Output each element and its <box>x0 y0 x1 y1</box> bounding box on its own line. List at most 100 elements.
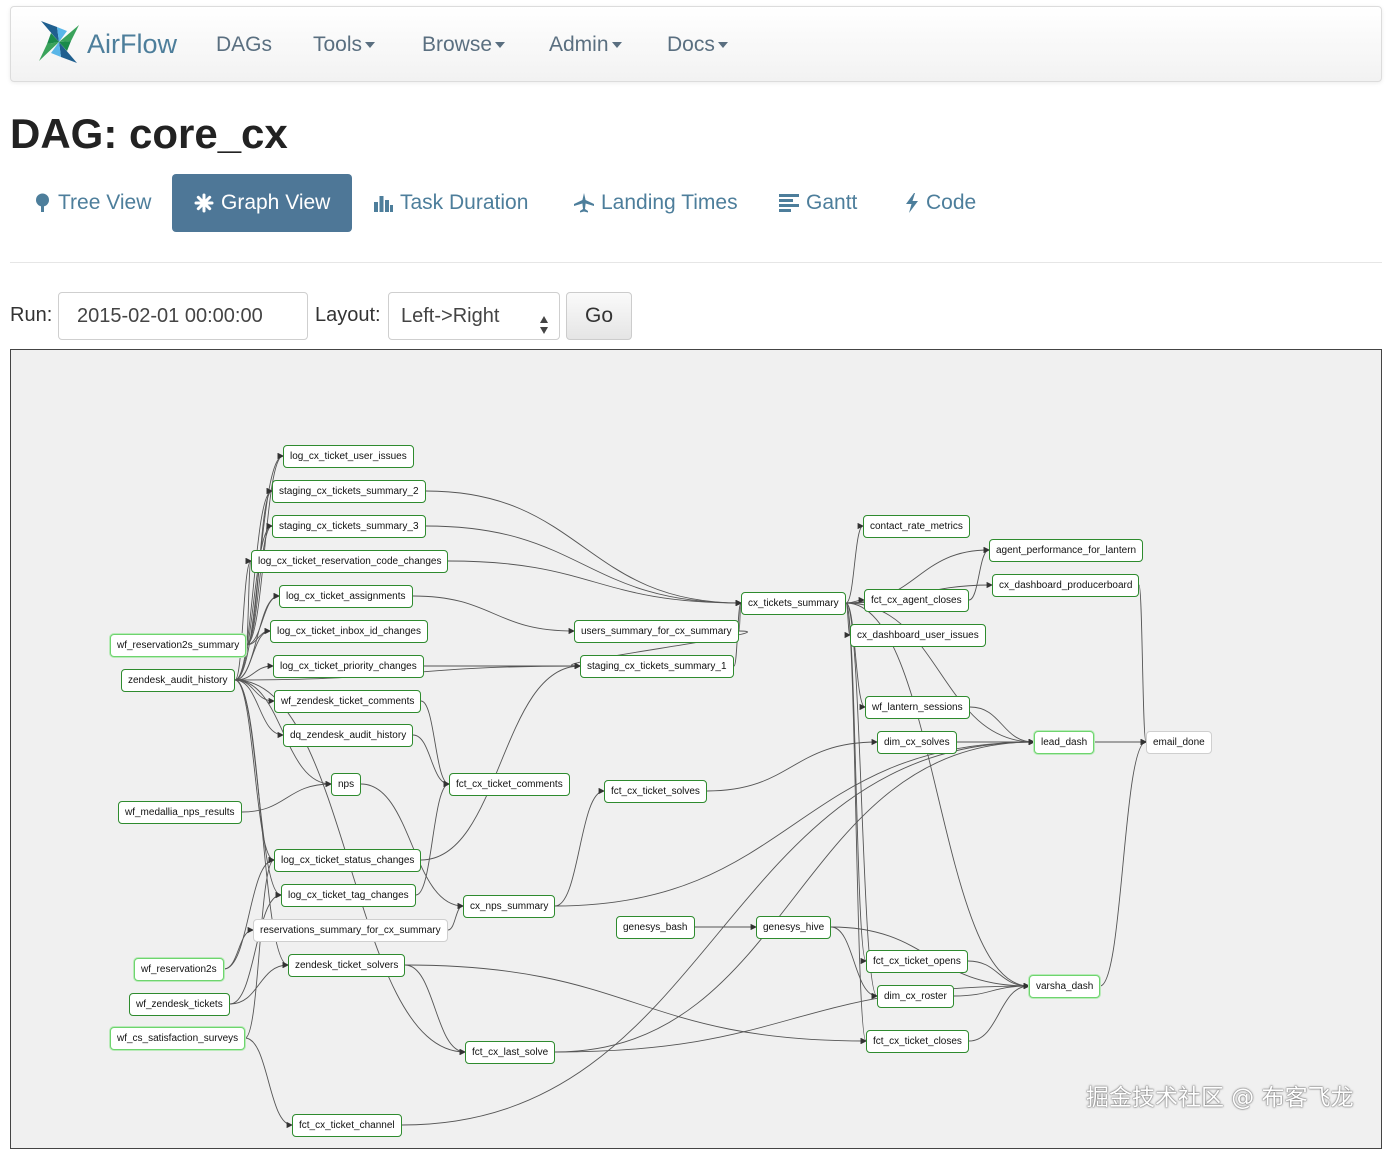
dag-edge <box>447 902 464 931</box>
task-node[interactable]: zendesk_ticket_solvers <box>288 953 406 977</box>
task-node[interactable]: staging_cx_tickets_summary_3 <box>272 514 426 538</box>
task-node[interactable]: genesys_bash <box>616 915 695 939</box>
tab-landing-times-label: Landing Times <box>601 191 738 214</box>
task-node[interactable]: log_cx_ticket_assignments <box>279 584 413 608</box>
task-node[interactable]: fct_cx_last_solve <box>465 1040 556 1064</box>
task-node[interactable]: lead_dash <box>1034 730 1095 754</box>
tab-tree-view[interactable]: Tree View <box>34 174 151 232</box>
task-node[interactable]: log_cx_ticket_tag_changes <box>281 883 416 907</box>
brand-link[interactable]: AirFlow <box>35 19 177 69</box>
dag-edge <box>706 738 878 792</box>
task-node[interactable]: fct_cx_ticket_closes <box>866 1029 969 1053</box>
nav-docs-dropdown[interactable]: Docs <box>667 33 728 57</box>
nav-browse-label: Browse <box>422 33 493 56</box>
task-node[interactable]: log_cx_ticket_inbox_id_changes <box>270 619 428 643</box>
dag-edge <box>404 964 867 1045</box>
task-node[interactable]: fct_cx_ticket_channel <box>292 1113 402 1137</box>
layout-label: Layout: <box>315 304 381 326</box>
tree-icon <box>34 193 51 213</box>
task-node[interactable]: staging_cx_tickets_summary_2 <box>272 479 426 503</box>
select-updown-icon <box>539 306 549 352</box>
tab-graph-view[interactable]: Graph View <box>172 174 353 232</box>
task-node[interactable]: log_cx_ticket_user_issues <box>283 444 414 468</box>
task-node[interactable]: wf_zendesk_ticket_comments <box>274 689 422 713</box>
task-node[interactable]: email_done <box>1146 730 1212 754</box>
dag-edge <box>234 679 275 864</box>
watermark-text: 掘金技术社区 @ 布客飞龙 <box>1086 1085 1354 1111</box>
caret-down-icon <box>611 42 622 49</box>
dag-edge <box>412 595 575 635</box>
brand-name: AirFlow <box>87 28 178 59</box>
task-node[interactable]: cx_dashboard_user_issues <box>850 623 986 647</box>
tab-gantt[interactable]: Gantt <box>779 174 857 232</box>
dag-graph-panel[interactable]: log_cx_ticket_user_issues staging_cx_tick… <box>10 349 1382 1149</box>
run-datetime-input[interactable]: 2015-02-01 00:00:00 <box>58 292 308 340</box>
dag-edge <box>415 780 450 896</box>
dag-edge <box>845 602 1030 990</box>
task-node[interactable]: genesys_hive <box>756 915 832 939</box>
tab-task-duration[interactable]: Task Duration <box>374 174 528 232</box>
nav-browse-dropdown[interactable]: Browse <box>422 33 506 57</box>
nav-dags[interactable]: DAGs <box>216 33 272 57</box>
task-node[interactable]: varsha_dash <box>1029 974 1101 998</box>
task-node[interactable]: log_cx_ticket_priority_changes <box>273 654 424 678</box>
task-node[interactable]: nps <box>331 772 362 796</box>
tab-landing-times[interactable]: Landing Times <box>574 174 738 232</box>
task-node[interactable]: cx_tickets_summary <box>741 591 846 615</box>
task-node[interactable]: wf_reservation2s_summary <box>110 633 247 657</box>
dag-edge <box>425 525 742 607</box>
dag-edge <box>969 706 1035 746</box>
task-node[interactable]: dim_cx_roster <box>877 984 954 1008</box>
task-node[interactable]: wf_lantern_sessions <box>865 695 970 719</box>
tab-tree-view-label: Tree View <box>58 191 152 214</box>
task-node[interactable]: wf_reservation2s <box>134 957 224 981</box>
dag-edge <box>968 546 990 601</box>
dag-edge <box>1099 738 1147 987</box>
dag-edge <box>244 1037 293 1129</box>
nav-admin-dropdown[interactable]: Admin <box>549 33 622 57</box>
task-node[interactable]: agent_performance_for_lantern <box>989 538 1144 562</box>
dag-edge <box>845 602 867 1044</box>
nav-admin-label: Admin <box>549 33 609 56</box>
dag-edge <box>845 522 864 604</box>
dag-edge <box>420 700 450 788</box>
task-node[interactable]: dq_zendesk_audit_history <box>283 723 414 747</box>
task-node[interactable]: contact_rate_metrics <box>863 514 970 538</box>
task-node[interactable]: zendesk_audit_history <box>121 668 235 692</box>
task-node[interactable]: wf_cs_satisfaction_surveys <box>110 1026 246 1050</box>
tab-code[interactable]: Code <box>905 174 976 232</box>
go-button[interactable]: Go <box>566 292 632 340</box>
align-left-icon <box>779 194 799 212</box>
task-node[interactable]: fct_cx_agent_closes <box>864 588 969 612</box>
task-node[interactable]: wf_zendesk_tickets <box>129 992 230 1016</box>
dag-edge <box>447 560 742 607</box>
task-node[interactable]: fct_cx_ticket_solves <box>604 779 707 803</box>
caret-down-icon <box>717 42 728 49</box>
dag-edge <box>244 856 275 1039</box>
bar-chart-icon <box>374 194 393 212</box>
task-node[interactable]: log_cx_ticket_reservation_code_changes <box>251 549 449 573</box>
task-node[interactable]: wf_medallia_nps_results <box>118 800 242 824</box>
task-node[interactable]: dim_cx_solves <box>877 730 957 754</box>
caret-down-icon <box>495 42 506 49</box>
dag-edge <box>420 662 581 861</box>
task-node[interactable]: users_summary_for_cx_summary <box>574 619 739 643</box>
task-node[interactable]: fct_cx_ticket_opens <box>866 949 968 973</box>
page-title: DAG: core_cx <box>10 110 288 157</box>
task-node[interactable]: cx_dashboard_producerboard <box>992 573 1140 597</box>
task-node[interactable]: cx_nps_summary <box>463 894 556 918</box>
nav-dags-label: DAGs <box>216 33 273 56</box>
tab-task-duration-label: Task Duration <box>400 191 529 214</box>
flash-icon <box>905 193 919 213</box>
nav-tools-dropdown[interactable]: Tools <box>313 33 376 57</box>
navbar: AirFlow DAGs Tools Browse Admin Docs <box>10 6 1382 82</box>
dag-edge <box>967 960 1030 990</box>
nav-tools-label: Tools <box>313 33 363 56</box>
task-node[interactable]: log_cx_ticket_status_changes <box>274 848 422 872</box>
layout-select[interactable]: Left->Right <box>388 292 560 340</box>
dag-edge <box>425 490 742 607</box>
caret-down-icon <box>365 42 376 49</box>
task-node[interactable]: staging_cx_tickets_summary_1 <box>580 654 734 678</box>
task-node[interactable]: reservations_summary_for_cx_summary <box>253 918 448 942</box>
task-node[interactable]: fct_cx_ticket_comments <box>449 772 570 796</box>
